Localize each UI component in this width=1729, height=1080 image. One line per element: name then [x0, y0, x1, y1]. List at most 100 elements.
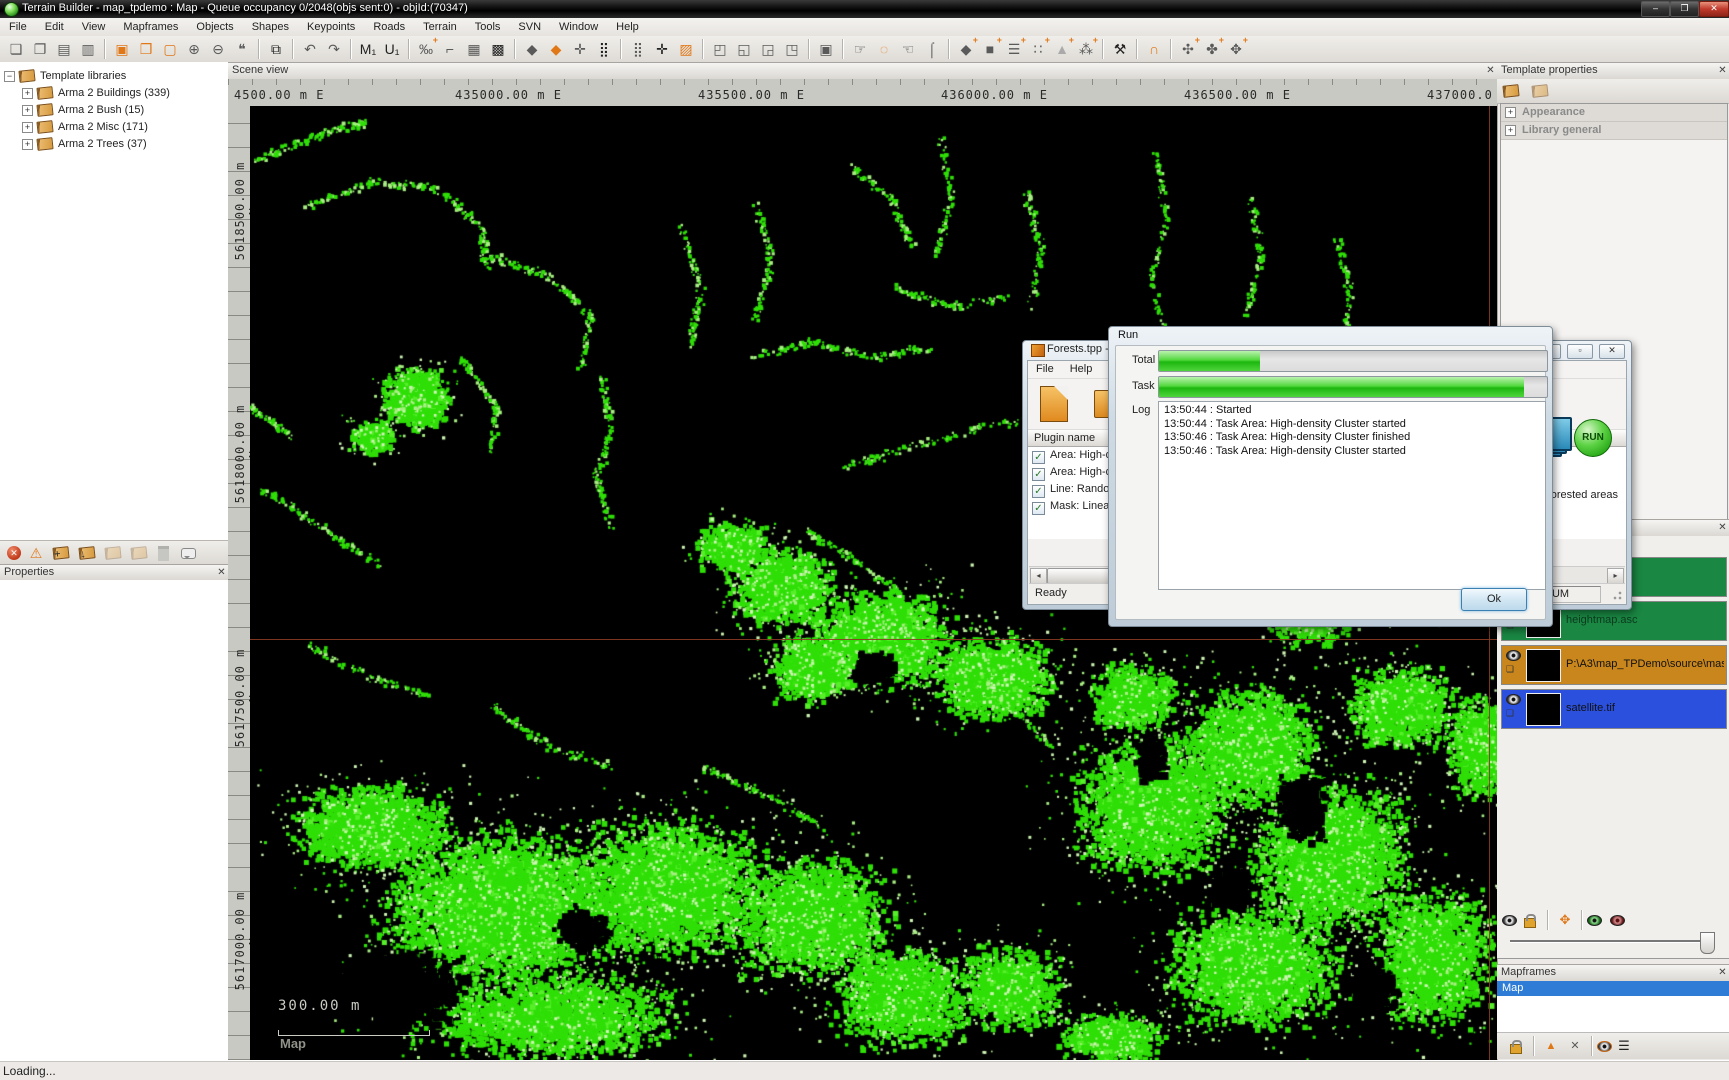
log-box[interactable]: 13:50:44 : Started13:50:44 : Task Area: …: [1158, 401, 1546, 590]
utility-icon[interactable]: U₁: [381, 38, 403, 60]
add-grid-icon[interactable]: ∷+: [1027, 38, 1049, 60]
collapse-icon[interactable]: −: [4, 71, 15, 82]
mapframe-item-map[interactable]: Map: [1497, 981, 1729, 996]
forests-maximize-button[interactable]: ▫: [1567, 344, 1593, 359]
layer-opacity-slider-handle[interactable]: [1700, 932, 1715, 954]
warnings-icon[interactable]: ⚠: [25, 542, 47, 564]
add-library-icon[interactable]: +: [52, 546, 69, 560]
menu-svn[interactable]: SVN: [509, 18, 550, 36]
expand-icon[interactable]: +: [1505, 107, 1516, 118]
library-properties-icon[interactable]: [1502, 84, 1519, 98]
plugin-checkbox[interactable]: ✓: [1032, 485, 1045, 498]
clapper-icon[interactable]: ⧉: [265, 38, 287, 60]
cube-orange-icon[interactable]: ◆: [545, 38, 567, 60]
add-object-icon[interactable]: ◆+: [955, 38, 977, 60]
add-list-icon[interactable]: ☰+: [1003, 38, 1025, 60]
run-button[interactable]: RUN: [1574, 419, 1612, 457]
move-selection-icon[interactable]: ❒: [135, 38, 157, 60]
import-library-icon[interactable]: ↓: [78, 546, 95, 560]
mapframe-properties-icon[interactable]: ☰: [1613, 1035, 1635, 1057]
menu-objects[interactable]: Objects: [187, 18, 242, 36]
menu-edit[interactable]: Edit: [36, 18, 73, 36]
library-properties2-icon[interactable]: [1531, 84, 1548, 98]
framed-view-icon[interactable]: ▣: [815, 38, 837, 60]
close-button[interactable]: ✕: [1699, 1, 1729, 17]
scene-view-close-icon[interactable]: ✕: [1484, 64, 1497, 77]
menu-file[interactable]: File: [0, 18, 36, 36]
plugin-checkbox[interactable]: ✓: [1032, 468, 1045, 481]
pan-hand-icon[interactable]: ☞: [849, 38, 871, 60]
delete-library-icon[interactable]: [158, 546, 169, 561]
axis-cross-icon[interactable]: ✛: [569, 38, 591, 60]
scroll-left-icon[interactable]: ◂: [1030, 568, 1047, 584]
lasso-icon[interactable]: ◌: [873, 38, 895, 60]
layer-eye-icon[interactable]: [1506, 694, 1521, 705]
menu-view[interactable]: View: [73, 18, 115, 36]
menu-shapes[interactable]: Shapes: [243, 18, 298, 36]
zoom-screen-icon[interactable]: ◱: [733, 38, 755, 60]
pick-hand-icon[interactable]: ☜: [897, 38, 919, 60]
view-image-icon[interactable]: ◳: [781, 38, 803, 60]
tree-item-1[interactable]: +Arma 2 Bush (15): [4, 102, 228, 119]
tree-item-3[interactable]: +Arma 2 Trees (37): [4, 136, 228, 153]
mapframe-activate-icon[interactable]: ▲: [1540, 1035, 1562, 1057]
save-icon[interactable]: ▤: [53, 38, 75, 60]
ortho-grid-icon[interactable]: ▨: [675, 38, 697, 60]
tools-icon[interactable]: ⚒: [1109, 38, 1131, 60]
remove-all-icon[interactable]: ✕: [7, 546, 21, 560]
tree-item-0[interactable]: +Arma 2 Buildings (339): [4, 85, 228, 102]
layer-lock-icon[interactable]: [1524, 918, 1536, 928]
expand-icon[interactable]: +: [22, 88, 33, 99]
view-screen-icon[interactable]: ◰: [709, 38, 731, 60]
layer-row-2[interactable]: ❏P:\A3\map_TPDemo\source\mask.tif: [1501, 645, 1727, 685]
scroll-right-icon[interactable]: ▸: [1607, 568, 1624, 584]
add-points-icon[interactable]: ⁂+: [1075, 38, 1097, 60]
layer-eye-icon[interactable]: [1506, 650, 1521, 661]
add-shape-icon[interactable]: ▲+: [1051, 38, 1073, 60]
menu-tools[interactable]: Tools: [466, 18, 510, 36]
marquee-select-icon[interactable]: ▢: [159, 38, 181, 60]
layer-opacity-slider[interactable]: [1510, 940, 1715, 943]
subtract-selection-icon[interactable]: ⊖: [207, 38, 229, 60]
menu-help[interactable]: Help: [607, 18, 648, 36]
redo-icon[interactable]: ↷: [323, 38, 345, 60]
pixel-grid2-icon[interactable]: ⣿: [627, 38, 649, 60]
pixel-grid-icon[interactable]: ⣿: [593, 38, 615, 60]
mapframes-close-icon[interactable]: ✕: [1716, 966, 1729, 979]
expand-icon[interactable]: +: [22, 139, 33, 150]
grid-icon[interactable]: ▩: [487, 38, 509, 60]
node-tool-icon[interactable]: ✣+: [1177, 38, 1199, 60]
node-tool3-icon[interactable]: ✥+: [1225, 38, 1247, 60]
resize-grip[interactable]: [1610, 588, 1622, 600]
mapframe-delete-icon[interactable]: ✕: [1564, 1035, 1586, 1057]
axis2-icon[interactable]: ✛: [651, 38, 673, 60]
node-tool2-icon[interactable]: ✤+: [1201, 38, 1223, 60]
menu-terrain[interactable]: Terrain: [414, 18, 466, 36]
hide-all-layers-icon[interactable]: [1610, 915, 1625, 926]
layers-close-icon[interactable]: ✕: [1716, 521, 1729, 534]
properties-close-icon[interactable]: ✕: [215, 566, 228, 579]
show-all-layers-icon[interactable]: [1587, 915, 1602, 926]
new-file-icon[interactable]: [1040, 386, 1068, 422]
add-selection-icon[interactable]: ⊕: [183, 38, 205, 60]
cube-grey-icon[interactable]: ◆: [521, 38, 543, 60]
forests-menu-help[interactable]: Help: [1062, 361, 1101, 378]
mapframe-lock-icon[interactable]: [1510, 1044, 1522, 1054]
mapframe-icon[interactable]: M₁: [357, 38, 379, 60]
road-stats-icon[interactable]: ‰+: [415, 38, 437, 60]
magnet-icon[interactable]: ∩: [1143, 38, 1165, 60]
layer-row-3[interactable]: ❏satellite.tif: [1501, 689, 1727, 729]
comment-library-icon[interactable]: [181, 548, 196, 559]
zoom-selection-icon[interactable]: ◲: [757, 38, 779, 60]
plugin-checkbox[interactable]: ✓: [1032, 451, 1045, 464]
template-properties-close-icon[interactable]: ✕: [1716, 64, 1729, 77]
plugin-checkbox[interactable]: ✓: [1032, 502, 1045, 515]
grid-fine-icon[interactable]: ▦: [463, 38, 485, 60]
open-project-icon[interactable]: ❐: [29, 38, 51, 60]
menu-keypoints[interactable]: Keypoints: [298, 18, 364, 36]
undo-icon[interactable]: ↶: [299, 38, 321, 60]
expand-icon[interactable]: +: [22, 122, 33, 133]
tree-root-template-libraries[interactable]: −Template libraries: [4, 68, 228, 85]
forests-close-button[interactable]: ✕: [1599, 344, 1625, 359]
minimize-button[interactable]: –: [1641, 1, 1670, 17]
